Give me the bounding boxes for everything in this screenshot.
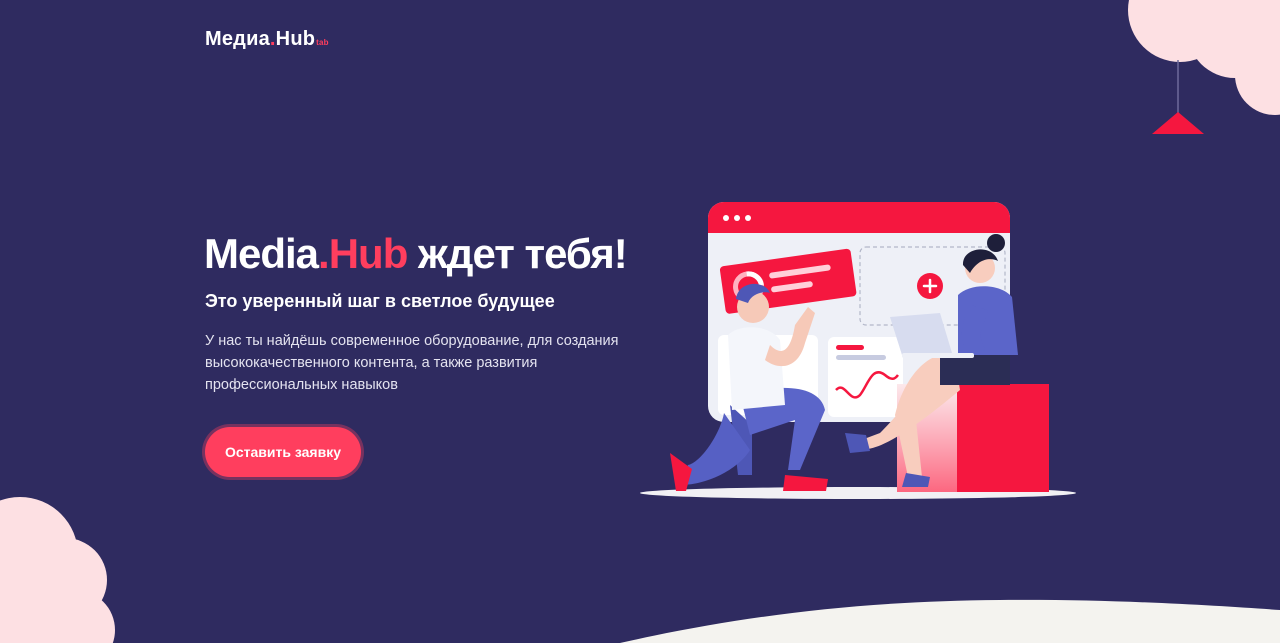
hero-title: Media.Hub ждет тебя! bbox=[204, 228, 628, 280]
submit-application-button[interactable]: Оставить заявку bbox=[205, 427, 361, 477]
decorative-cloud-bottom-left bbox=[0, 497, 115, 643]
title-brand-right: Hub bbox=[328, 230, 409, 277]
hero-illustration bbox=[640, 202, 1076, 499]
hanging-lamp-icon bbox=[1152, 60, 1204, 134]
title-brand-dot: . bbox=[318, 230, 330, 277]
title-brand-left: Media bbox=[204, 230, 319, 277]
logo-part-2: Hub bbox=[275, 28, 316, 50]
title-rest: ждет тебя! bbox=[407, 230, 628, 277]
logo-badge: tab bbox=[316, 38, 329, 47]
decorative-floor-wave bbox=[620, 599, 1280, 643]
hero-subtitle: Это уверенный шаг в светлое будущее bbox=[205, 291, 555, 311]
logo-part-1: Медиа bbox=[205, 28, 270, 50]
site-logo[interactable]: Медиа. Hub tab bbox=[205, 28, 329, 51]
hero-description: У нас ты найдёшь современное оборудовани… bbox=[205, 333, 619, 393]
